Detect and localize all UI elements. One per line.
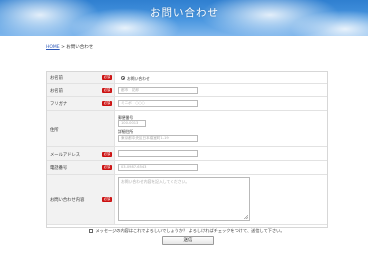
confirm-note: メッセージの内容はこれでよろしいでしょうか？ よろしければチェックをつけて、送信… <box>47 228 327 234</box>
required-badge: 必須 <box>102 75 112 80</box>
form-value-cell: 都市 花郎 <box>116 84 327 96</box>
address-input[interactable]: 東京都中央区日本橋室町1-19 <box>118 135 198 142</box>
inquiry-radio-label: お問い合わせ <box>127 76 150 81</box>
required-badge: 必須 <box>102 165 112 170</box>
form-label-cell: お問い合わせ内容 必須 <box>47 175 115 224</box>
form-value-cell: お問い合わせ内容を記入してください。 <box>116 175 327 224</box>
contact-form: お名前 必須 お問い合わせ お名前 必須 都市 花郎 フリガナ 必須 ミニボ ○… <box>46 71 328 233</box>
form-label: メールアドレス <box>50 153 81 158</box>
breadcrumb-current: お問い合わせ <box>66 45 94 50</box>
form-value-cell: 郵便番号 100-0013 詳細住所 東京都中央区日本橋室町1-19 <box>116 111 327 146</box>
message-textarea[interactable]: お問い合わせ内容を記入してください。 <box>118 177 250 221</box>
page-title: お問い合わせ <box>150 7 219 19</box>
required-badge: 必須 <box>102 152 112 157</box>
form-label-cell: フリガナ 必須 <box>47 97 115 110</box>
form-value-cell: お問い合わせ <box>116 72 327 83</box>
form-row-message: お問い合わせ内容 必須 お問い合わせ内容を記入してください。 <box>47 175 327 225</box>
form-label: 電話番号 <box>50 166 68 171</box>
inquiry-radio[interactable] <box>121 76 125 80</box>
form-label-cell: お名前 必須 <box>47 72 115 83</box>
form-label-cell: 住所 <box>47 111 115 146</box>
form-row-phone: 電話番号 必須 03-0987-6543 <box>47 161 327 175</box>
postal-code-input[interactable]: 100-0013 <box>118 120 146 127</box>
confirm-text: メッセージの内容はこれでよろしいでしょうか？ よろしければチェックをつけて、送信… <box>95 228 285 233</box>
form-value-cell <box>116 147 327 160</box>
confirm-checkbox[interactable] <box>89 229 94 233</box>
required-badge: 必須 <box>102 101 112 106</box>
form-label-cell: お名前 必須 <box>47 84 115 96</box>
required-badge: 必須 <box>102 88 112 93</box>
form-value-cell: 03-0987-6543 <box>116 161 327 174</box>
required-badge: 必須 <box>102 197 112 202</box>
submit-button[interactable]: 送信 <box>162 236 214 245</box>
form-row-furigana: フリガナ 必須 ミニボ ○○○ <box>47 97 327 111</box>
breadcrumb-home-link[interactable]: HOME <box>46 45 60 50</box>
breadcrumb: HOME > お問い合わせ <box>46 44 93 50</box>
form-label-cell: メールアドレス 必須 <box>47 147 115 160</box>
form-label: お名前 <box>50 89 63 94</box>
form-label: お名前 <box>50 76 63 81</box>
message-placeholder: お問い合わせ内容を記入してください。 <box>121 179 190 184</box>
phone-input[interactable]: 03-0987-6543 <box>118 164 198 171</box>
form-value-cell: ミニボ ○○○ <box>116 97 327 110</box>
form-row-name: お名前 必須 都市 花郎 <box>47 84 327 97</box>
form-row-inquiry-type: お名前 必須 お問い合わせ <box>47 72 327 84</box>
name-input[interactable]: 都市 花郎 <box>118 87 198 94</box>
form-row-address: 住所 郵便番号 100-0013 詳細住所 東京都中央区日本橋室町1-19 <box>47 111 327 147</box>
form-label: フリガナ <box>50 102 68 107</box>
form-label: 住所 <box>50 128 59 133</box>
form-row-email: メールアドレス 必須 <box>47 147 327 161</box>
form-label: お問い合わせ内容 <box>50 198 85 203</box>
email-input[interactable] <box>118 150 198 157</box>
form-label-cell: 電話番号 必須 <box>47 161 115 174</box>
furigana-input[interactable]: ミニボ ○○○ <box>118 100 198 107</box>
page-banner: お問い合わせ <box>0 0 368 36</box>
resize-grip-icon[interactable] <box>244 215 248 219</box>
